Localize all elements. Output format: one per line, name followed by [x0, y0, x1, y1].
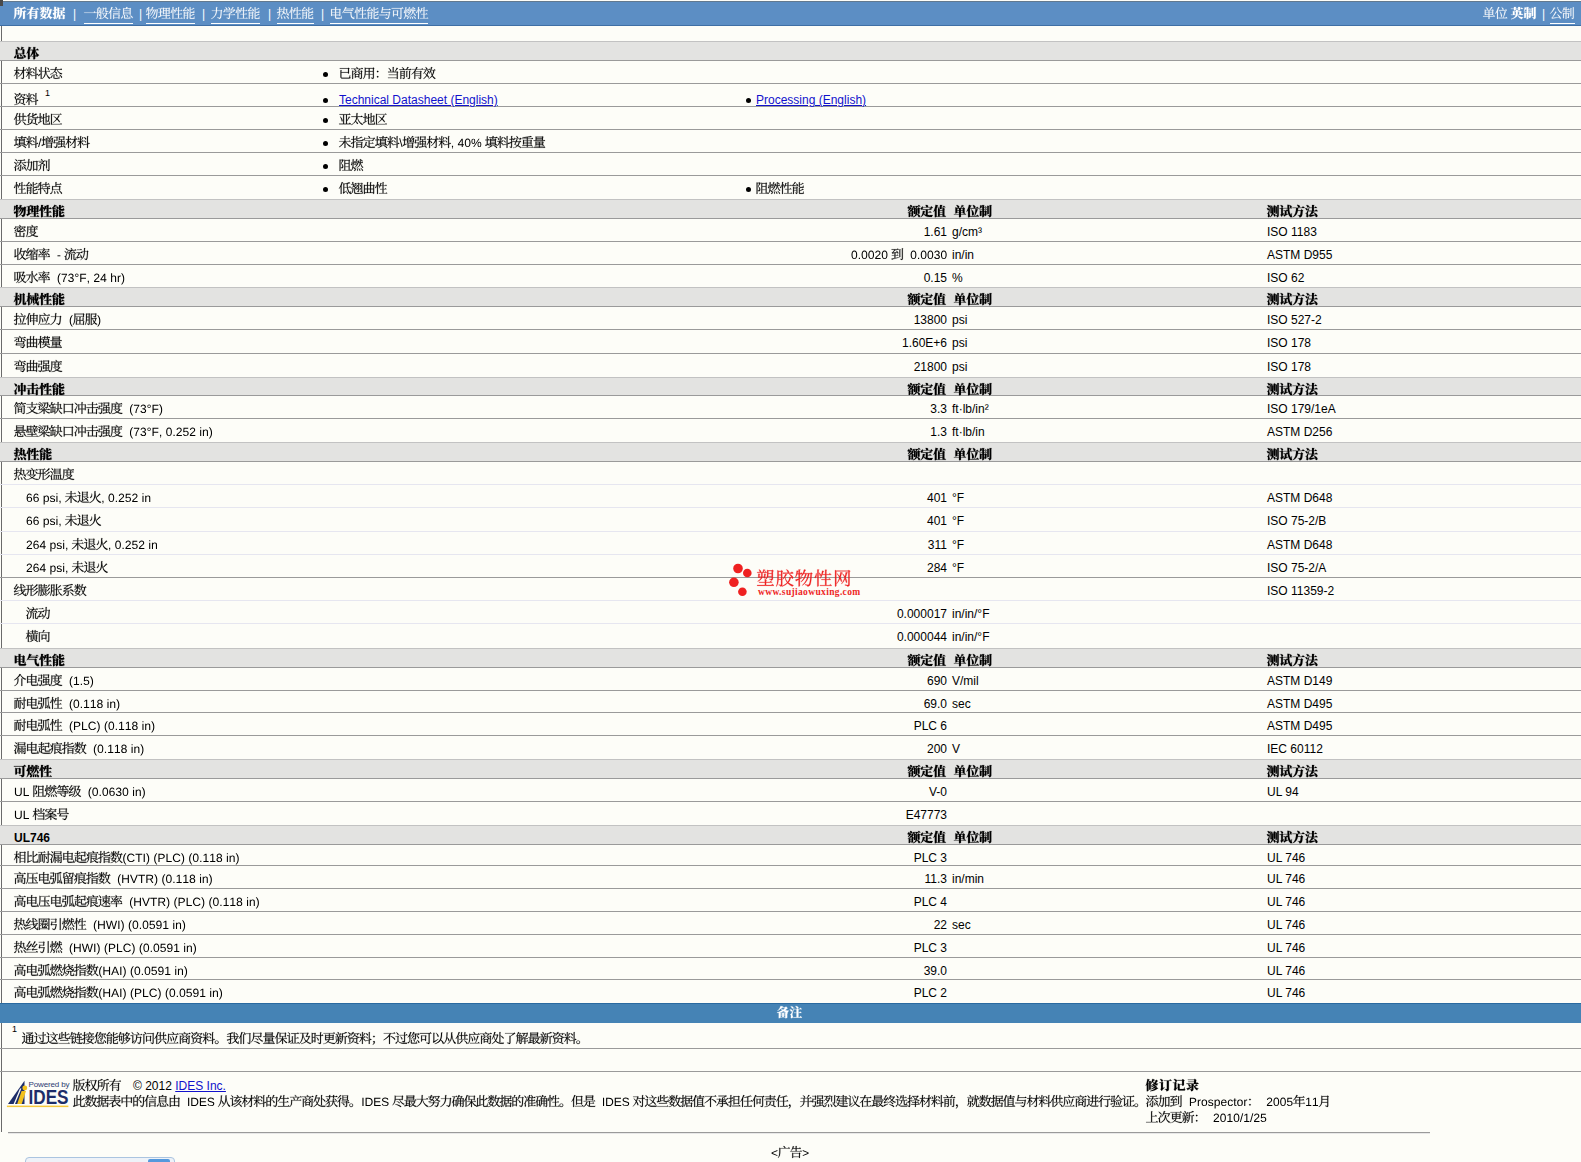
svg-text:IDES: IDES: [29, 1086, 69, 1108]
